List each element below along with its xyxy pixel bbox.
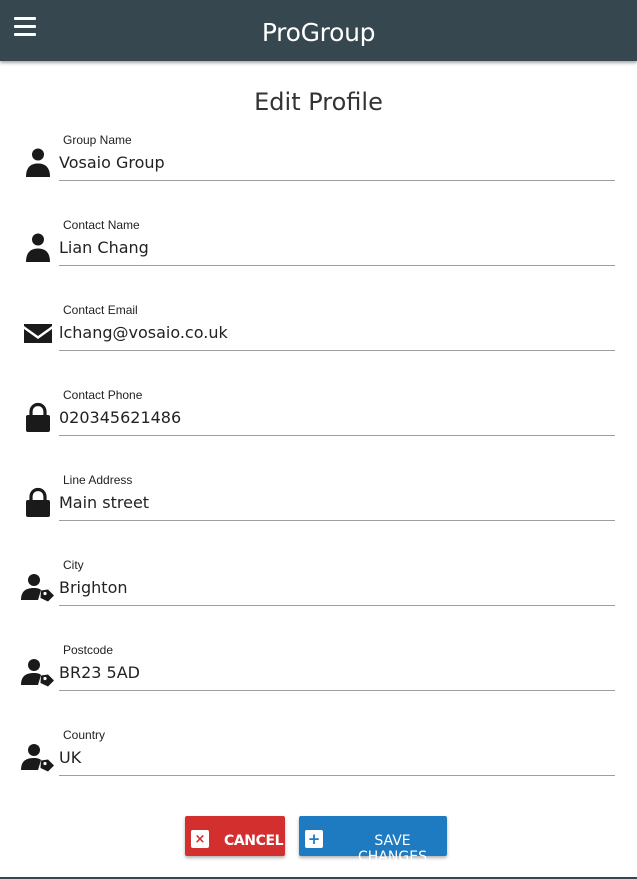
city-input[interactable] — [59, 574, 615, 606]
line-address-label: Line Address — [63, 473, 133, 487]
person-icon — [26, 148, 50, 177]
close-icon: × — [191, 830, 209, 848]
contact-phone-label: Contact Phone — [63, 388, 143, 402]
group-name-label: Group Name — [63, 133, 132, 147]
group-name-input[interactable] — [59, 149, 615, 181]
cancel-button[interactable]: × CANCEL — [185, 816, 285, 856]
lock-icon — [26, 487, 50, 517]
person-tag-icon — [21, 574, 54, 602]
city-label: City — [63, 558, 84, 572]
postcode-input[interactable] — [59, 659, 615, 691]
person-icon — [26, 233, 50, 262]
line-address-field: Line Address — [0, 473, 637, 558]
contact-phone-field: Contact Phone — [0, 388, 637, 473]
postcode-field: Postcode — [0, 643, 637, 728]
city-field: City — [0, 558, 637, 643]
page-title: Edit Profile — [254, 88, 383, 116]
contact-name-label: Contact Name — [63, 218, 140, 232]
contact-phone-input[interactable] — [59, 404, 615, 436]
person-tag-icon — [21, 744, 54, 772]
form-actions: × CANCEL + SAVE CHANGES — [0, 816, 637, 865]
group-name-field: Group Name — [0, 133, 637, 218]
contact-email-input[interactable] — [59, 319, 615, 351]
lock-icon — [26, 402, 50, 432]
country-input[interactable] — [59, 744, 615, 776]
plus-icon: + — [305, 830, 323, 848]
envelope-icon — [24, 324, 52, 343]
country-field: Country — [0, 728, 637, 813]
save-changes-button-label: SAVE CHANGES — [358, 833, 427, 865]
cancel-button-label: CANCEL — [224, 833, 284, 849]
contact-email-label: Contact Email — [63, 303, 138, 317]
contact-email-field: Contact Email — [0, 303, 637, 388]
contact-name-field: Contact Name — [0, 218, 637, 303]
contact-name-input[interactable] — [59, 234, 615, 266]
line-address-input[interactable] — [59, 489, 615, 521]
app-header: ProGroup — [0, 0, 637, 61]
app-title: ProGroup — [261, 18, 376, 47]
save-changes-button[interactable]: + SAVE CHANGES — [299, 816, 447, 865]
person-tag-icon — [21, 659, 54, 687]
country-label: Country — [63, 728, 106, 742]
postcode-label: Postcode — [63, 643, 114, 657]
